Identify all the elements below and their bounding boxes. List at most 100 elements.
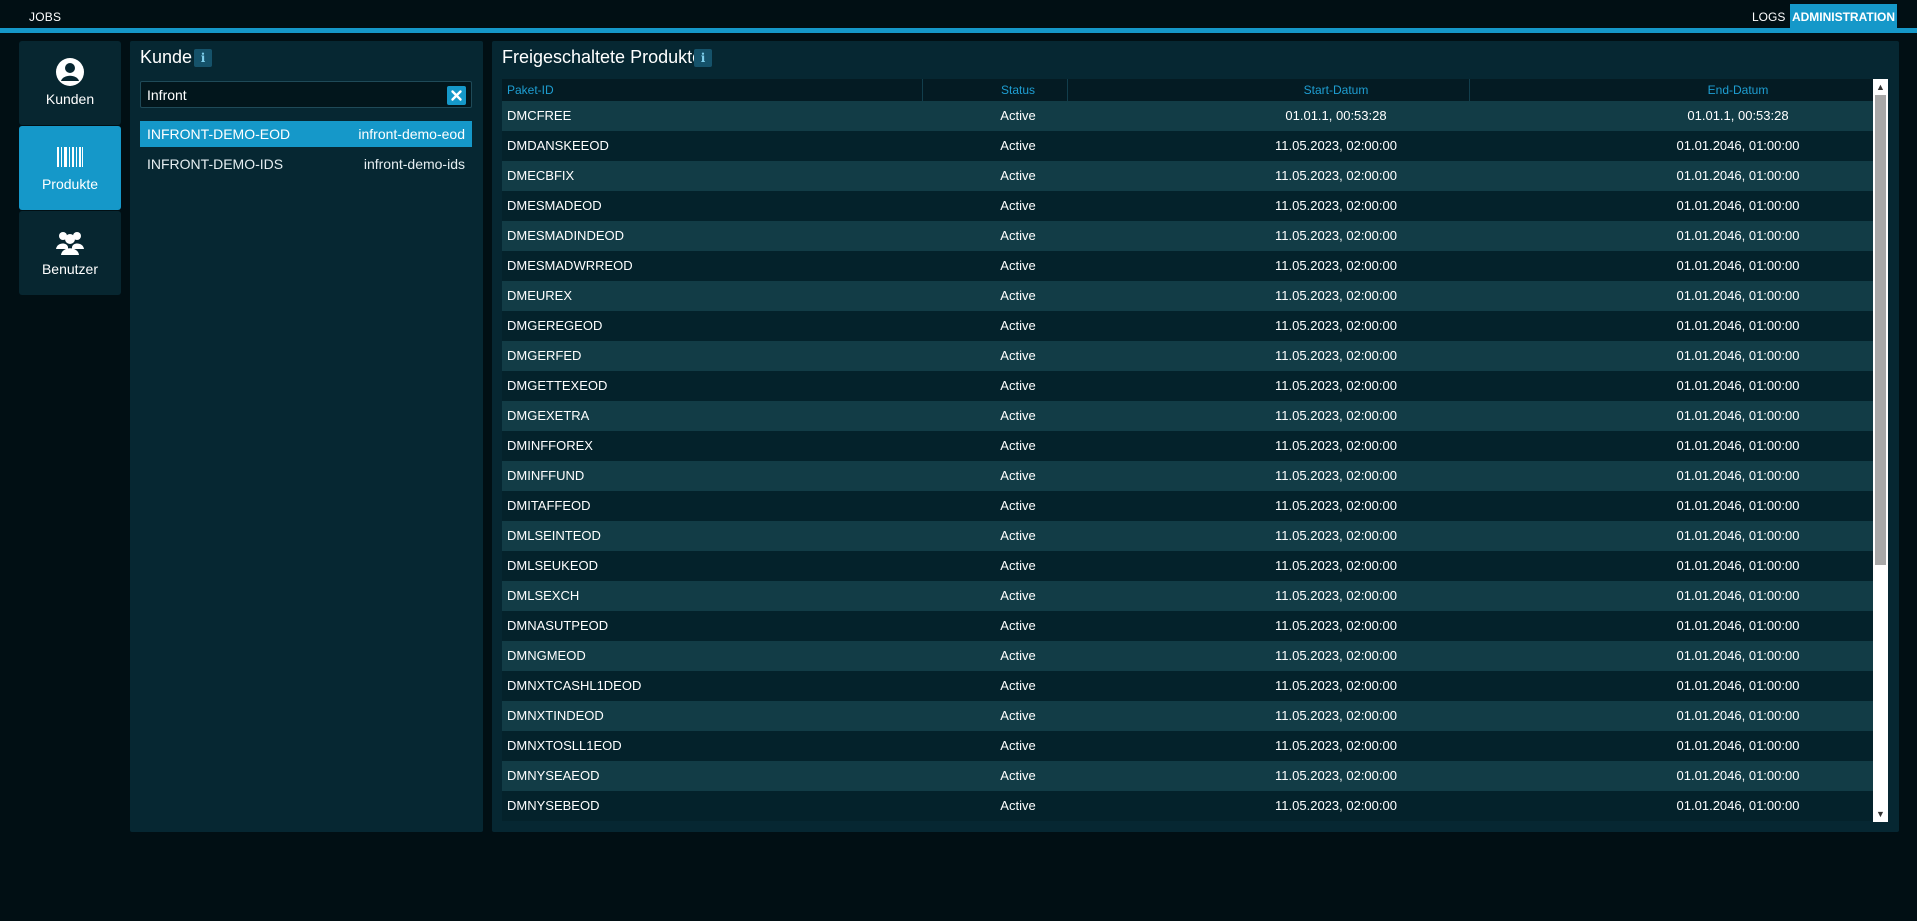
cell-status: Active xyxy=(1000,798,1036,813)
cell-paket-id: DMNYSEBEOD xyxy=(507,798,600,813)
column-header-status[interactable]: Status xyxy=(978,83,1058,97)
info-icon[interactable]: i xyxy=(694,49,712,67)
table-row[interactable]: DMECBFIX Active 11.05.2023, 02:00:00 01.01.… xyxy=(502,161,1873,191)
cell-start-datum: 11.05.2023, 02:00:00 xyxy=(1275,768,1397,783)
sidenav-item-benutzer[interactable]: Benutzer xyxy=(19,211,121,295)
cell-start-datum: 11.05.2023, 02:00:00 xyxy=(1275,498,1397,513)
cell-start-datum: 11.05.2023, 02:00:00 xyxy=(1275,558,1397,573)
table-row[interactable]: DMLSEUKEOD Active 11.05.2023, 02:00:00 01.0… xyxy=(502,551,1873,581)
cell-paket-id: DMESMADWRREOD xyxy=(507,258,633,273)
cell-end-datum: 01.01.2046, 01:00:00 xyxy=(1676,348,1800,363)
scroll-up-icon[interactable]: ▲ xyxy=(1873,80,1888,94)
cell-end-datum: 01.01.2046, 01:00:00 xyxy=(1676,378,1800,393)
column-header-start-datum[interactable]: Start-Datum xyxy=(1218,83,1454,97)
table-row[interactable]: DMNGMEOD Active 11.05.2023, 02:00:00 01.01.… xyxy=(502,641,1873,671)
nav-jobs[interactable]: JOBS xyxy=(20,4,70,28)
cell-start-datum: 11.05.2023, 02:00:00 xyxy=(1275,378,1397,393)
nav-logs[interactable]: LOGS xyxy=(1743,4,1794,28)
table-row[interactable]: DMGEREGEOD Active 11.05.2023, 02:00:00 01.0… xyxy=(502,311,1873,341)
table-row[interactable]: DMGERFED Active 11.05.2023, 02:00:00 01.01.… xyxy=(502,341,1873,371)
cell-start-datum: 11.05.2023, 02:00:00 xyxy=(1275,438,1397,453)
nav-administration[interactable]: ADMINISTRATION xyxy=(1790,4,1897,30)
clear-search-button[interactable] xyxy=(447,86,466,105)
cell-end-datum: 01.01.2046, 01:00:00 xyxy=(1676,408,1800,423)
cell-paket-id: DMGEXETRA xyxy=(507,408,590,423)
cell-paket-id: DMNXTCASHL1DEOD xyxy=(507,678,642,693)
table-row[interactable]: DMESMADEOD Active 11.05.2023, 02:00:00 01.0… xyxy=(502,191,1873,221)
column-header-paket-id[interactable]: Paket-ID xyxy=(507,83,554,97)
table-row[interactable]: DMEUREX Active 11.05.2023, 02:00:00 01.01.2… xyxy=(502,281,1873,311)
column-divider xyxy=(1469,79,1470,101)
cell-start-datum: 11.05.2023, 02:00:00 xyxy=(1275,468,1397,483)
cell-start-datum: 11.05.2023, 02:00:00 xyxy=(1275,168,1397,183)
cell-status: Active xyxy=(1000,468,1036,483)
cell-paket-id: DMCFREE xyxy=(507,108,572,123)
cell-paket-id: DMGEREGEOD xyxy=(507,318,603,333)
cell-start-datum: 11.05.2023, 02:00:00 xyxy=(1275,258,1397,273)
cell-start-datum: 11.05.2023, 02:00:00 xyxy=(1275,348,1397,363)
cell-start-datum: 11.05.2023, 02:00:00 xyxy=(1275,708,1397,723)
table-row[interactable]: DMLSEXCH Active 11.05.2023, 02:00:00 01.01.… xyxy=(502,581,1873,611)
cell-start-datum: 11.05.2023, 02:00:00 xyxy=(1275,408,1397,423)
table-row[interactable]: DMNASUTPEOD Active 11.05.2023, 02:00:00 01.… xyxy=(502,611,1873,641)
cell-end-datum: 01.01.2046, 01:00:00 xyxy=(1676,528,1800,543)
table-scrollbar[interactable]: ▲ ▼ xyxy=(1873,79,1888,822)
table-row[interactable]: DMNXTCASHL1DEOD Active 11.05.2023, 02:00:0… xyxy=(502,671,1873,701)
cell-end-datum: 01.01.2046, 01:00:00 xyxy=(1676,498,1800,513)
cell-paket-id: DMNXTOSLL1EOD xyxy=(507,738,622,753)
customer-row[interactable]: INFRONT-DEMO-EOD infront-demo-eod xyxy=(140,121,472,147)
sidenav-item-kunden[interactable]: Kunden xyxy=(19,41,121,125)
sidenav-label-benutzer: Benutzer xyxy=(41,261,99,277)
cell-paket-id: DMNYSEAEOD xyxy=(507,768,600,783)
customer-search-input[interactable] xyxy=(147,82,437,107)
table-row[interactable]: DMGETTEXEOD Active 11.05.2023, 02:00:00 01.… xyxy=(502,371,1873,401)
close-icon xyxy=(451,90,462,101)
sidenav-label-produkte: Produkte xyxy=(41,176,99,192)
cell-end-datum: 01.01.2046, 01:00:00 xyxy=(1676,318,1800,333)
products-table: Paket-ID Status Start-Datum End-Datum DM… xyxy=(502,79,1873,822)
info-icon[interactable]: i xyxy=(194,49,212,67)
cell-status: Active xyxy=(1000,618,1036,633)
table-row[interactable]: DMITAFFEOD Active 11.05.2023, 02:00:00 01.0… xyxy=(502,491,1873,521)
table-row[interactable]: DMGEXETRA Active 11.05.2023, 02:00:00 01.01… xyxy=(502,401,1873,431)
table-row[interactable]: DMNYSEAEOD Active 11.05.2023, 02:00:00 01.0… xyxy=(502,761,1873,791)
table-row[interactable]: DMINFFUND Active 11.05.2023, 02:00:00 01.01… xyxy=(502,461,1873,491)
cell-status: Active xyxy=(1000,108,1036,123)
cell-status: Active xyxy=(1000,648,1036,663)
cell-start-datum: 01.01.1, 00:53:28 xyxy=(1285,108,1387,123)
cell-status: Active xyxy=(1000,678,1036,693)
table-row[interactable]: DMNYSEBEOD Active 11.05.2023, 02:00:00 01.0… xyxy=(502,791,1873,821)
column-header-end-datum[interactable]: End-Datum xyxy=(1620,83,1856,97)
cell-status: Active xyxy=(1000,348,1036,363)
cell-paket-id: DMNASUTPEOD xyxy=(507,618,609,633)
cell-paket-id: DMESMADINDEOD xyxy=(507,228,625,243)
cell-end-datum: 01.01.2046, 01:00:00 xyxy=(1676,438,1800,453)
table-row[interactable]: DMDANSKEEOD Active 11.05.2023, 02:00:00 01.… xyxy=(502,131,1873,161)
cell-end-datum: 01.01.2046, 01:00:00 xyxy=(1676,738,1800,753)
scroll-down-icon[interactable]: ▼ xyxy=(1873,807,1888,821)
cell-paket-id: DMDANSKEEOD xyxy=(507,138,609,153)
table-row[interactable]: DMNXTINDEOD Active 11.05.2023, 02:00:00 01.… xyxy=(502,701,1873,731)
cell-start-datum: 11.05.2023, 02:00:00 xyxy=(1275,618,1397,633)
scroll-thumb[interactable] xyxy=(1875,95,1886,565)
cell-start-datum: 11.05.2023, 02:00:00 xyxy=(1275,318,1397,333)
table-row[interactable]: DMESMADINDEOD Active 11.05.2023, 02:00:00 0… xyxy=(502,221,1873,251)
barcode-icon xyxy=(57,147,83,167)
cell-end-datum: 01.01.2046, 01:00:00 xyxy=(1676,288,1800,303)
cell-status: Active xyxy=(1000,708,1036,723)
column-divider xyxy=(1067,79,1068,101)
sidenav-item-produkte[interactable]: Produkte xyxy=(19,126,121,210)
cell-end-datum: 01.01.2046, 01:00:00 xyxy=(1676,558,1800,573)
cell-status: Active xyxy=(1000,558,1036,573)
table-row[interactable]: DMESMADWRREOD Active 11.05.2023, 02:00:00 0… xyxy=(502,251,1873,281)
table-row[interactable]: DMLSEINTEOD Active 11.05.2023, 02:00:00 01.… xyxy=(502,521,1873,551)
cell-status: Active xyxy=(1000,768,1036,783)
table-row[interactable]: DMNXTOSLL1EOD Active 11.05.2023, 02:00:00 0… xyxy=(502,731,1873,761)
cell-paket-id: DMLSEUKEOD xyxy=(507,558,599,573)
sidenav-label-kunden: Kunden xyxy=(45,91,95,107)
table-row[interactable]: DMCFREE Active 01.01.1, 00:53:28 01.01.1, 0… xyxy=(502,101,1873,131)
cell-end-datum: 01.01.2046, 01:00:00 xyxy=(1676,168,1800,183)
table-row[interactable]: DMINFFOREX Active 11.05.2023, 02:00:00 01.0… xyxy=(502,431,1873,461)
customer-row[interactable]: INFRONT-DEMO-IDS infront-demo-ids xyxy=(140,151,472,177)
customer-name: INFRONT-DEMO-IDS xyxy=(147,156,284,172)
